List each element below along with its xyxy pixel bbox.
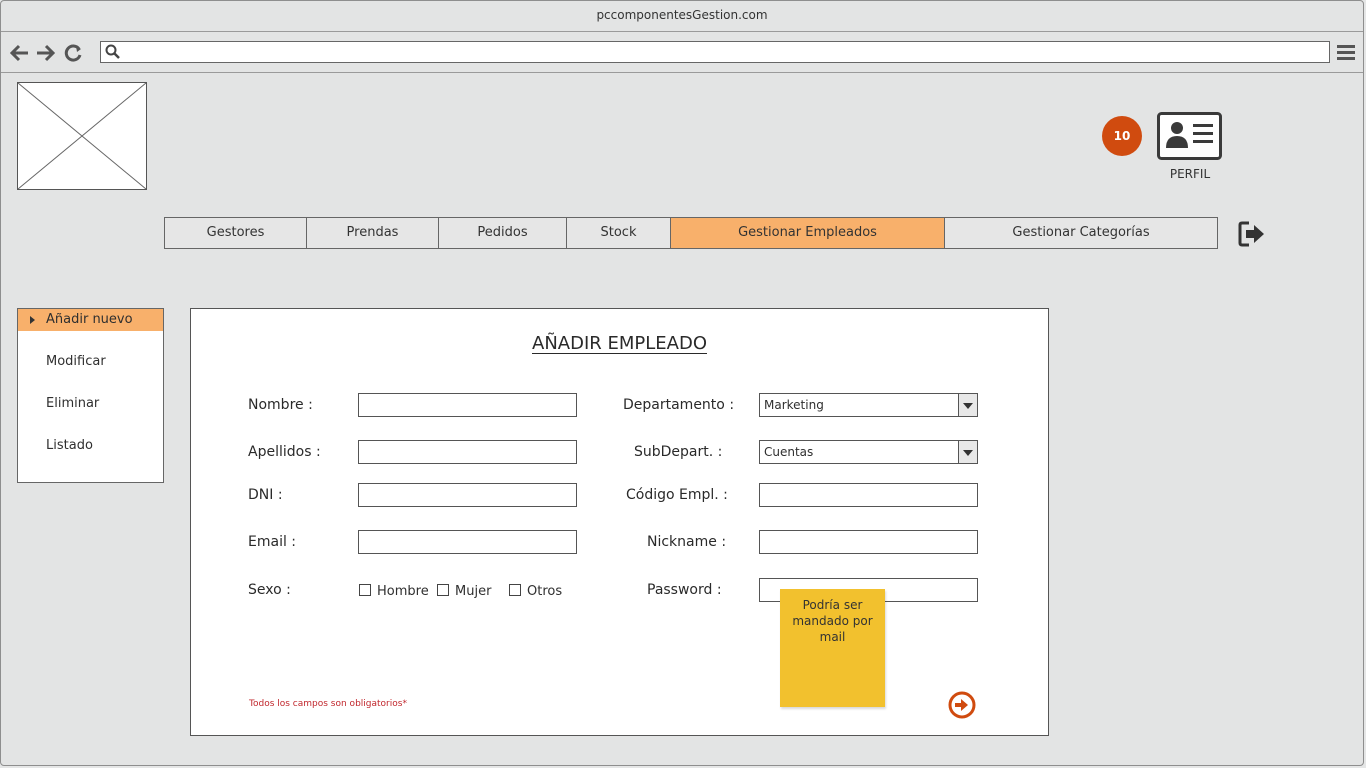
caret-right-icon xyxy=(30,316,35,324)
chevron-down-icon[interactable] xyxy=(958,394,977,416)
profile-card-icon[interactable] xyxy=(1157,112,1222,160)
sidebar-item-eliminar[interactable]: Eliminar xyxy=(18,393,163,415)
option-label: Mujer xyxy=(455,584,492,599)
tab-stock[interactable]: Stock xyxy=(567,218,671,248)
hamburger-menu-icon[interactable] xyxy=(1337,44,1355,60)
tab-gestionar-categorias[interactable]: Gestionar Categorías xyxy=(945,218,1217,248)
checkbox[interactable] xyxy=(509,584,521,596)
codigo-label: Código Empl. : xyxy=(626,487,728,503)
email-input[interactable] xyxy=(358,530,577,554)
nombre-input[interactable] xyxy=(358,393,577,417)
sidebar-item-anadir-nuevo[interactable]: Añadir nuevo xyxy=(18,309,163,331)
tab-prendas[interactable]: Prendas xyxy=(307,218,439,248)
sidebar-item-modificar[interactable]: Modificar xyxy=(18,351,163,373)
search-icon xyxy=(105,44,120,59)
browser-toolbar xyxy=(1,31,1363,73)
browser-window: pccomponentesGestion.com 10 PERFIL Gesto… xyxy=(0,0,1364,766)
sidebar-item-label: Eliminar xyxy=(46,396,100,411)
notification-badge[interactable]: 10 xyxy=(1102,116,1142,156)
profile-label[interactable]: PERFIL xyxy=(1151,167,1229,181)
departamento-label: Departamento : xyxy=(623,397,735,413)
sidebar-item-label: Listado xyxy=(46,438,93,453)
tab-pedidos[interactable]: Pedidos xyxy=(439,218,567,248)
sidebar-item-listado[interactable]: Listado xyxy=(18,435,163,457)
add-employee-form: AÑADIR EMPLEADO Nombre : Apellidos : DNI… xyxy=(190,308,1049,736)
sticky-note: Podría ser mandado por mail xyxy=(780,589,885,707)
required-fields-note: Todos los campos son obligatorios* xyxy=(249,699,407,709)
tab-gestores[interactable]: Gestores xyxy=(165,218,307,248)
nickname-label: Nickname : xyxy=(647,534,727,550)
departamento-value: Marketing xyxy=(764,398,824,412)
nombre-label: Nombre : xyxy=(248,397,313,413)
sexo-option-hombre[interactable]: Hombre xyxy=(359,584,429,599)
reload-icon[interactable] xyxy=(64,44,84,62)
sexo-label: Sexo : xyxy=(248,582,291,598)
url-input[interactable] xyxy=(100,41,1330,63)
forward-arrow-icon[interactable] xyxy=(35,44,55,62)
image-placeholder-icon xyxy=(17,82,147,190)
option-label: Hombre xyxy=(377,584,429,599)
sidebar-menu: Añadir nuevo Modificar Eliminar Listado xyxy=(17,308,164,483)
dni-label: DNI : xyxy=(248,487,283,503)
window-title: pccomponentesGestion.com xyxy=(596,8,768,22)
checkbox[interactable] xyxy=(359,584,371,596)
tab-gestionar-empleados[interactable]: Gestionar Empleados xyxy=(671,218,945,248)
dni-input[interactable] xyxy=(358,483,577,507)
departamento-select[interactable]: Marketing xyxy=(759,393,978,417)
apellidos-input[interactable] xyxy=(358,440,577,464)
sexo-option-mujer[interactable]: Mujer xyxy=(437,584,491,599)
form-title-text: AÑADIR EMPLEADO xyxy=(532,333,707,354)
nickname-input[interactable] xyxy=(759,530,978,554)
logo-placeholder xyxy=(17,82,147,190)
main-tabs: Gestores Prendas Pedidos Stock Gestionar… xyxy=(164,217,1218,249)
sidebar-item-label: Añadir nuevo xyxy=(46,312,133,327)
submit-arrow-icon[interactable] xyxy=(948,691,976,719)
option-label: Otros xyxy=(527,584,563,599)
logout-icon[interactable] xyxy=(1238,220,1268,248)
apellidos-label: Apellidos : xyxy=(248,444,321,460)
subdepart-value: Cuentas xyxy=(764,445,814,459)
password-label: Password : xyxy=(647,582,722,598)
subdepart-select[interactable]: Cuentas xyxy=(759,440,978,464)
chevron-down-icon[interactable] xyxy=(958,441,977,463)
checkbox[interactable] xyxy=(437,584,449,596)
email-label: Email : xyxy=(248,534,297,550)
form-title: AÑADIR EMPLEADO xyxy=(191,333,1048,354)
sexo-option-otros[interactable]: Otros xyxy=(509,584,562,599)
back-arrow-icon[interactable] xyxy=(10,44,30,62)
codigo-input[interactable] xyxy=(759,483,978,507)
sidebar-item-label: Modificar xyxy=(46,354,106,369)
subdepart-label: SubDepart. : xyxy=(634,444,723,460)
